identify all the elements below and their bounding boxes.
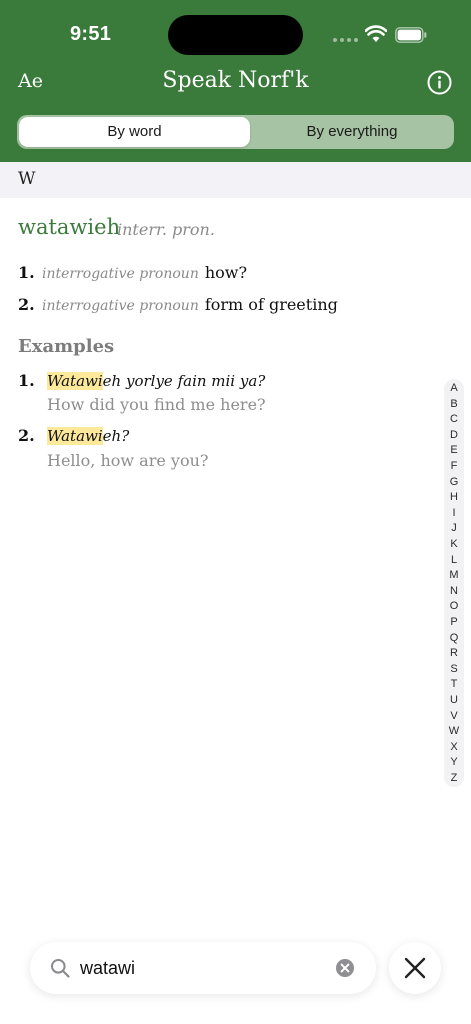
sense-pos: interrogative pronoun <box>42 298 199 314</box>
sense-item: 2. interrogative pronoun form of greeting <box>18 295 338 314</box>
index-letter-h[interactable]: H <box>444 490 464 505</box>
index-letter-k[interactable]: K <box>444 537 464 552</box>
entry-part-of-speech: interr. pron. <box>117 220 215 239</box>
cellular-signal-icon <box>333 38 359 42</box>
info-icon[interactable] <box>427 70 452 95</box>
examples-heading: Examples <box>18 336 115 357</box>
index-letter-a[interactable]: A <box>444 381 464 396</box>
index-letter-u[interactable]: U <box>444 693 464 708</box>
index-letter-n[interactable]: N <box>444 584 464 599</box>
example-sentence-rest: eh yorlye fain mii ya? <box>102 372 266 390</box>
sense-definition: how? <box>204 263 248 282</box>
example-sentence: Watawieh? <box>47 427 129 445</box>
index-letter-x[interactable]: X <box>444 740 464 755</box>
example-sentence-rest: eh? <box>102 427 130 445</box>
dynamic-island <box>168 15 303 55</box>
battery-icon <box>395 27 427 43</box>
example-number: 1. <box>18 371 35 390</box>
index-letter-b[interactable]: B <box>444 397 464 412</box>
segment-by-everything[interactable]: By everything <box>252 117 452 147</box>
index-letter-s[interactable]: S <box>444 662 464 677</box>
index-letter-d[interactable]: D <box>444 428 464 443</box>
section-letter: W <box>18 169 36 189</box>
search-input[interactable] <box>80 955 330 981</box>
section-header: W <box>0 162 471 198</box>
example-translation: How did you find me here? <box>47 395 266 414</box>
index-letter-l[interactable]: L <box>444 553 464 568</box>
wifi-icon <box>365 25 387 42</box>
index-letter-c[interactable]: C <box>444 412 464 427</box>
index-letter-t[interactable]: T <box>444 677 464 692</box>
search-match-highlight: Watawi <box>47 427 103 445</box>
index-letter-z[interactable]: Z <box>444 771 464 786</box>
page-title: Speak Norf'k <box>162 68 309 93</box>
search-bar <box>30 942 376 994</box>
index-letter-w[interactable]: W <box>444 724 464 739</box>
index-letter-e[interactable]: E <box>444 443 464 458</box>
entry-headword: watawieh <box>18 215 121 239</box>
index-letter-y[interactable]: Y <box>444 755 464 770</box>
sense-number: 1. <box>18 263 35 282</box>
example-number: 2. <box>18 426 35 445</box>
index-letter-q[interactable]: Q <box>444 631 464 646</box>
index-letter-g[interactable]: G <box>444 475 464 490</box>
sense-definition: form of greeting <box>204 295 338 314</box>
sense-pos: interrogative pronoun <box>42 266 199 282</box>
segment-by-word[interactable]: By word <box>19 117 250 147</box>
index-letter-o[interactable]: O <box>444 599 464 614</box>
app-header: 9:51 Ae Speak Norf'k By word By everythi… <box>0 0 471 162</box>
close-search-button[interactable] <box>389 942 441 994</box>
alphabet-index-bar[interactable]: ABCDEFGHIJKLMNOPQRSTUVWXYZ <box>444 379 464 787</box>
status-time: 9:51 <box>70 23 112 45</box>
index-letter-i[interactable]: I <box>444 506 464 521</box>
index-letter-j[interactable]: J <box>444 521 464 536</box>
example-sentence: Watawieh yorlye fain mii ya? <box>47 372 265 390</box>
index-letter-p[interactable]: P <box>444 615 464 630</box>
index-letter-f[interactable]: F <box>444 459 464 474</box>
example-translation: Hello, how are you? <box>47 451 209 470</box>
sense-item: 1. interrogative pronoun how? <box>18 263 247 282</box>
clear-icon[interactable] <box>336 959 354 977</box>
index-letter-r[interactable]: R <box>444 646 464 661</box>
close-icon <box>404 957 426 979</box>
sense-number: 2. <box>18 295 35 314</box>
search-mode-segmented-control: By word By everything <box>17 115 454 149</box>
magnifier-icon <box>51 959 70 978</box>
index-letter-m[interactable]: M <box>444 568 464 583</box>
index-letter-v[interactable]: V <box>444 709 464 724</box>
search-match-highlight: Watawi <box>47 372 103 390</box>
